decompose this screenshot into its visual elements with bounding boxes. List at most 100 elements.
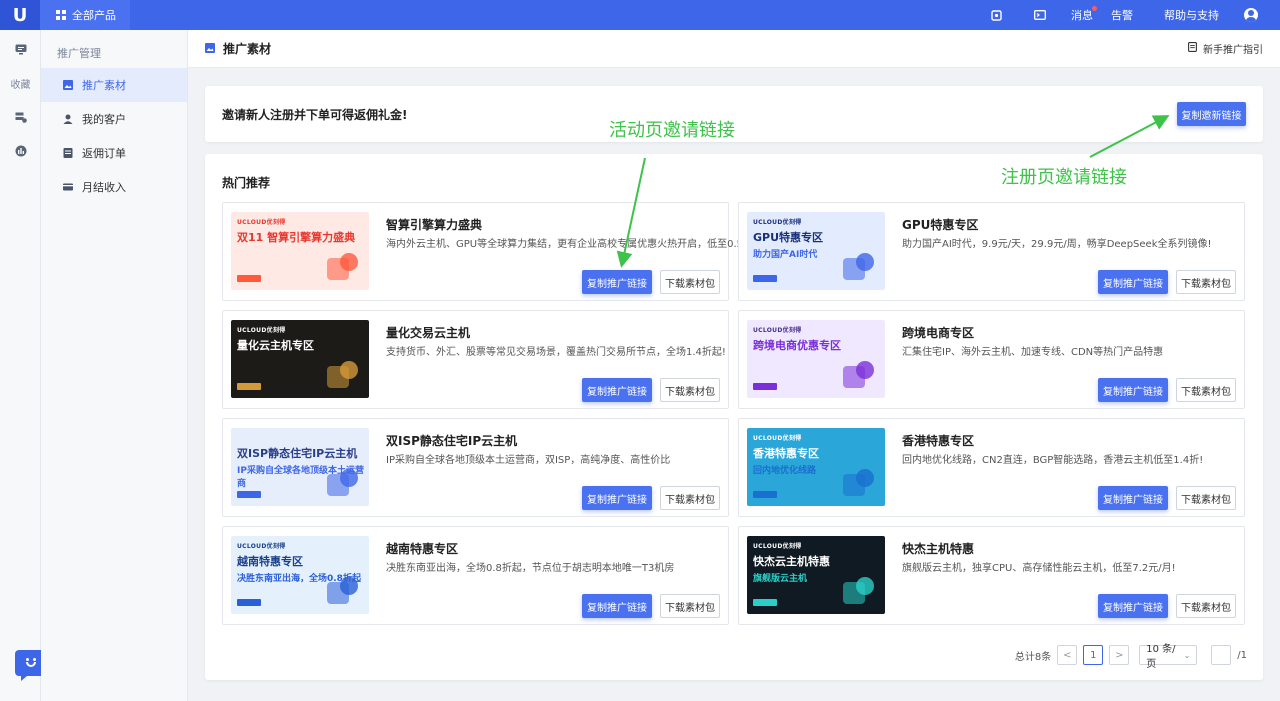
- banner-cta: [237, 383, 261, 390]
- page-1-button[interactable]: 1: [1083, 645, 1104, 665]
- banner-brand: UCLOUD优刻得: [753, 543, 802, 550]
- terminal-icon[interactable]: [1025, 0, 1055, 30]
- hot-recommendations-card: 热门推荐 UCLOUD优刻得 双11 智算引擎算力盛典 智算引擎算力盛典 海内外云主机…: [205, 154, 1263, 680]
- copy-promo-link-button[interactable]: 复制推广链接: [1098, 486, 1168, 510]
- copy-invite-link-button[interactable]: 复制邀新链接: [1177, 102, 1246, 126]
- promo-banner-image: UCLOUD优刻得 GPU特惠专区 助力国产AI时代: [747, 212, 885, 290]
- promo-card: 双ISP静态住宅IP云主机 IP采购自全球各地顶级本土运营商 双ISP静态住宅IP云…: [222, 418, 729, 517]
- download-materials-button[interactable]: 下载素材包: [1176, 270, 1236, 294]
- jump-page-input[interactable]: [1211, 645, 1232, 665]
- total-count: 总计8条: [1014, 651, 1052, 663]
- banner-graphic: [843, 577, 874, 604]
- alerts-link[interactable]: 告警: [1111, 7, 1133, 23]
- banner-graphic: [327, 469, 358, 496]
- order-icon: [63, 148, 73, 158]
- top-navigation-bar: U 全部产品 消息 告警 帮助与支持: [0, 0, 1280, 30]
- hot-section-title: 热门推荐: [222, 176, 271, 190]
- sidebar-item-my-customers[interactable]: 我的客户: [41, 102, 187, 136]
- server-list-icon[interactable]: [0, 100, 41, 134]
- promo-banner-image: 双ISP静态住宅IP云主机 IP采购自全球各地顶级本土运营商: [231, 428, 369, 506]
- favorites-link[interactable]: 收藏: [0, 66, 41, 100]
- monitor-icon[interactable]: [0, 32, 41, 66]
- wallet-icon: [63, 182, 73, 192]
- download-materials-button[interactable]: 下载素材包: [660, 270, 720, 294]
- download-materials-button[interactable]: 下载素材包: [1176, 378, 1236, 402]
- promo-banner-image: UCLOUD优刻得 跨境电商优惠专区: [747, 320, 885, 398]
- product-icon-rail: 收藏: [0, 30, 47, 701]
- copy-promo-link-button[interactable]: 复制推广链接: [1098, 378, 1168, 402]
- messages-link[interactable]: 消息: [1071, 6, 1097, 23]
- all-products-button[interactable]: 全部产品: [40, 0, 130, 30]
- annotation-register-link: 注册页邀请链接: [1001, 167, 1127, 188]
- pagination: 总计8条 < 1 > 10 条/页 ⌄ /1: [1014, 644, 1247, 670]
- copy-promo-link-button[interactable]: 复制推广链接: [582, 594, 652, 618]
- download-materials-button[interactable]: 下载素材包: [1176, 486, 1236, 510]
- ucloud-logo[interactable]: U: [0, 0, 40, 30]
- banner-brand: UCLOUD优刻得: [753, 219, 802, 226]
- promo-description: 海内外云主机、GPU等全球算力集结，更有企业高校专属优惠火热开启，低至0.5折!: [386, 239, 758, 250]
- banner-cta: [753, 383, 777, 390]
- banner-headline: GPU特惠专区: [753, 231, 824, 244]
- help-link[interactable]: 帮助与支持: [1164, 7, 1219, 23]
- download-materials-button[interactable]: 下载素材包: [660, 594, 720, 618]
- promo-card: UCLOUD优刻得 香港特惠专区 回内地优化线路 香港特惠专区 回内地优化线路，CN2直…: [738, 418, 1245, 517]
- promo-banner-image: UCLOUD优刻得 越南特惠专区 决胜东南亚出海，全场0.8折起: [231, 536, 369, 614]
- promo-card: UCLOUD优刻得双11 智算引擎算力盛典 智算引擎算力盛典海内外云主机、GPU等…: [222, 202, 757, 301]
- sidebar-item-promo-materials[interactable]: 推广素材: [41, 68, 187, 102]
- sidebar-item-monthly-income[interactable]: 月结收入: [41, 170, 187, 204]
- banner-cta: [753, 275, 777, 282]
- banner-cta: [753, 491, 777, 498]
- copy-promo-link-button[interactable]: 复制推广链接: [582, 486, 652, 510]
- banner-headline: 香港特惠专区: [753, 447, 819, 460]
- user-avatar[interactable]: [1244, 8, 1258, 22]
- promo-title: 双ISP静态住宅IP云主机: [386, 434, 518, 448]
- promo-description: 支持货币、外汇、股票等常见交易场景，覆盖热门交易所节点，全场1.4折起!: [386, 347, 726, 358]
- banner-graphic: [327, 577, 358, 604]
- grid-icon: [56, 10, 66, 20]
- banner-headline: 双ISP静态住宅IP云主机: [237, 447, 358, 460]
- copy-promo-link-button[interactable]: 复制推广链接: [1098, 270, 1168, 294]
- promo-description: 旗舰版云主机，独享CPU、高存储性能云主机，低至7.2元/月!: [902, 563, 1176, 574]
- banner-headline: 双11 智算引擎算力盛典: [237, 231, 356, 244]
- promo-title: 香港特惠专区: [902, 434, 975, 448]
- chart-icon[interactable]: [0, 134, 41, 168]
- copy-promo-link-button[interactable]: 复制推广链接: [582, 270, 652, 294]
- promo-title: GPU特惠专区: [902, 218, 979, 232]
- download-materials-button[interactable]: 下载素材包: [660, 378, 720, 402]
- banner-headline: 快杰云主机特惠: [753, 555, 830, 568]
- copy-promo-link-button[interactable]: 复制推广链接: [582, 378, 652, 402]
- promo-description: IP采购自全球各地顶级本土运营商，双ISP，高纯净度、高性价比: [386, 455, 671, 466]
- banner-cta: [237, 599, 261, 606]
- screen-icon[interactable]: [981, 0, 1011, 30]
- promo-title: 智算引擎算力盛典: [386, 218, 483, 232]
- banner-brand: UCLOUD优刻得: [753, 435, 802, 442]
- promo-card: UCLOUD优刻得 快杰云主机特惠 旗舰版云主机 快杰主机特惠 旗舰版云主机，独享CPU…: [738, 526, 1245, 625]
- banner-brand: UCLOUD优刻得: [237, 543, 286, 550]
- copy-promo-link-button[interactable]: 复制推广链接: [1098, 594, 1168, 618]
- banner-subline: 助力国产AI时代: [753, 250, 818, 260]
- banner-subline: 旗舰版云主机: [753, 574, 808, 584]
- banner-subline: 回内地优化线路: [753, 466, 817, 476]
- total-pages: /1: [1237, 649, 1247, 661]
- banner-headline: 跨境电商优惠专区: [753, 339, 841, 352]
- promo-card: UCLOUD优刻得 越南特惠专区 决胜东南亚出海，全场0.8折起 越南特惠专区 决胜东南…: [222, 526, 729, 625]
- promo-banner-image: UCLOUD优刻得双11 智算引擎算力盛典: [231, 212, 369, 290]
- banner-brand: UCLOUD优刻得: [237, 219, 286, 226]
- banner-graphic: [843, 253, 874, 280]
- beginner-guide-link[interactable]: 新手推广指引: [1188, 41, 1263, 56]
- promo-description: 汇集住宅IP、海外云主机、加速专线、CDN等热门产品特惠: [902, 347, 1164, 358]
- page-title-icon: [205, 42, 215, 56]
- chevron-down-icon: ⌄: [1183, 650, 1191, 660]
- banner-brand: UCLOUD优刻得: [237, 327, 286, 334]
- next-page-button[interactable]: >: [1109, 645, 1130, 665]
- download-materials-button[interactable]: 下载素材包: [1176, 594, 1236, 618]
- prev-page-button[interactable]: <: [1057, 645, 1078, 665]
- promo-description: 决胜东南亚出海，全场0.8折起，节点位于胡志明本地唯一T3机房: [386, 563, 675, 574]
- download-materials-button[interactable]: 下载素材包: [660, 486, 720, 510]
- page-size-select[interactable]: 10 条/页 ⌄: [1139, 644, 1198, 670]
- user-icon: [63, 114, 73, 124]
- image-icon: [63, 80, 73, 90]
- banner-headline: 越南特惠专区: [237, 555, 303, 568]
- banner-cta: [237, 275, 261, 282]
- sidebar-item-rebate-orders[interactable]: 返佣订单: [41, 136, 187, 170]
